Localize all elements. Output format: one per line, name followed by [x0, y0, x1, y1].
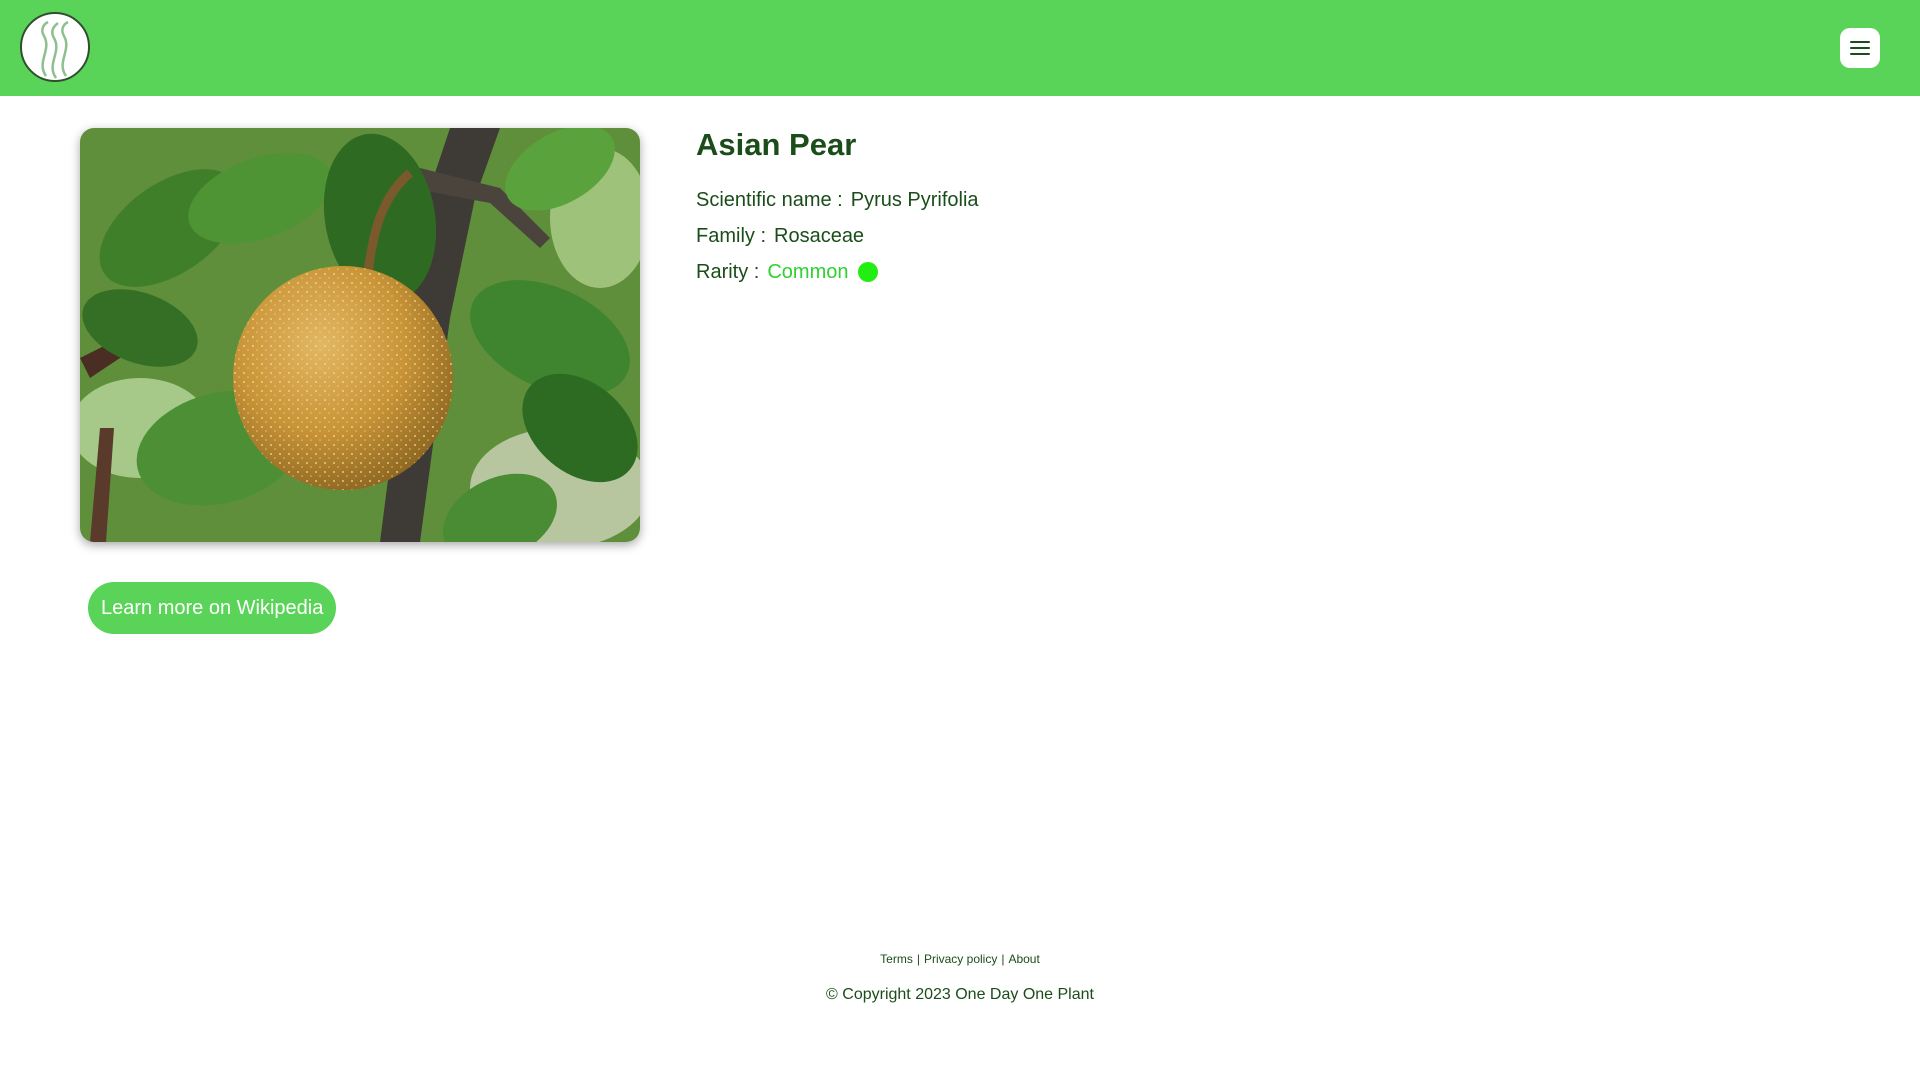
top-navbar — [0, 0, 1920, 96]
menu-button[interactable] — [1840, 28, 1880, 68]
about-link[interactable]: About — [1008, 952, 1039, 966]
scientific-name-value: Pyrus Pyrifolia — [850, 189, 979, 211]
copyright-text: © Copyright 2023 One Day One Plant — [826, 986, 1094, 1003]
rarity-value: Common — [767, 261, 849, 283]
scientific-name-label: Scientific name : — [696, 189, 843, 211]
learn-more-wikipedia-button[interactable]: Learn more on Wikipedia — [88, 582, 337, 634]
rarity-indicator-dot — [858, 262, 879, 282]
hamburger-menu-icon — [1850, 41, 1870, 55]
logo-icon[interactable] — [20, 12, 90, 82]
rarity-label: Rarity : — [696, 261, 760, 283]
terms-link[interactable]: Terms — [880, 952, 913, 966]
plant-name: Asian Pear — [696, 127, 857, 162]
rarity-row: Rarity : Common — [696, 254, 979, 290]
footer-links: Terms | Privacy policy | About — [0, 952, 1920, 966]
privacy-policy-link[interactable]: Privacy policy — [924, 952, 997, 966]
scientific-name-row: Scientific name : Pyrus Pyrifolia — [696, 182, 979, 218]
footer-separator: | — [916, 952, 920, 966]
family-value: Rosaceae — [774, 225, 865, 247]
plant-photo — [80, 128, 640, 542]
family-label: Family : — [696, 225, 766, 247]
family-row: Family : Rosaceae — [696, 218, 979, 254]
plant-info: Asian Pear Scientific name : Pyrus Pyrif… — [696, 124, 979, 290]
footer-separator: | — [1001, 952, 1005, 966]
